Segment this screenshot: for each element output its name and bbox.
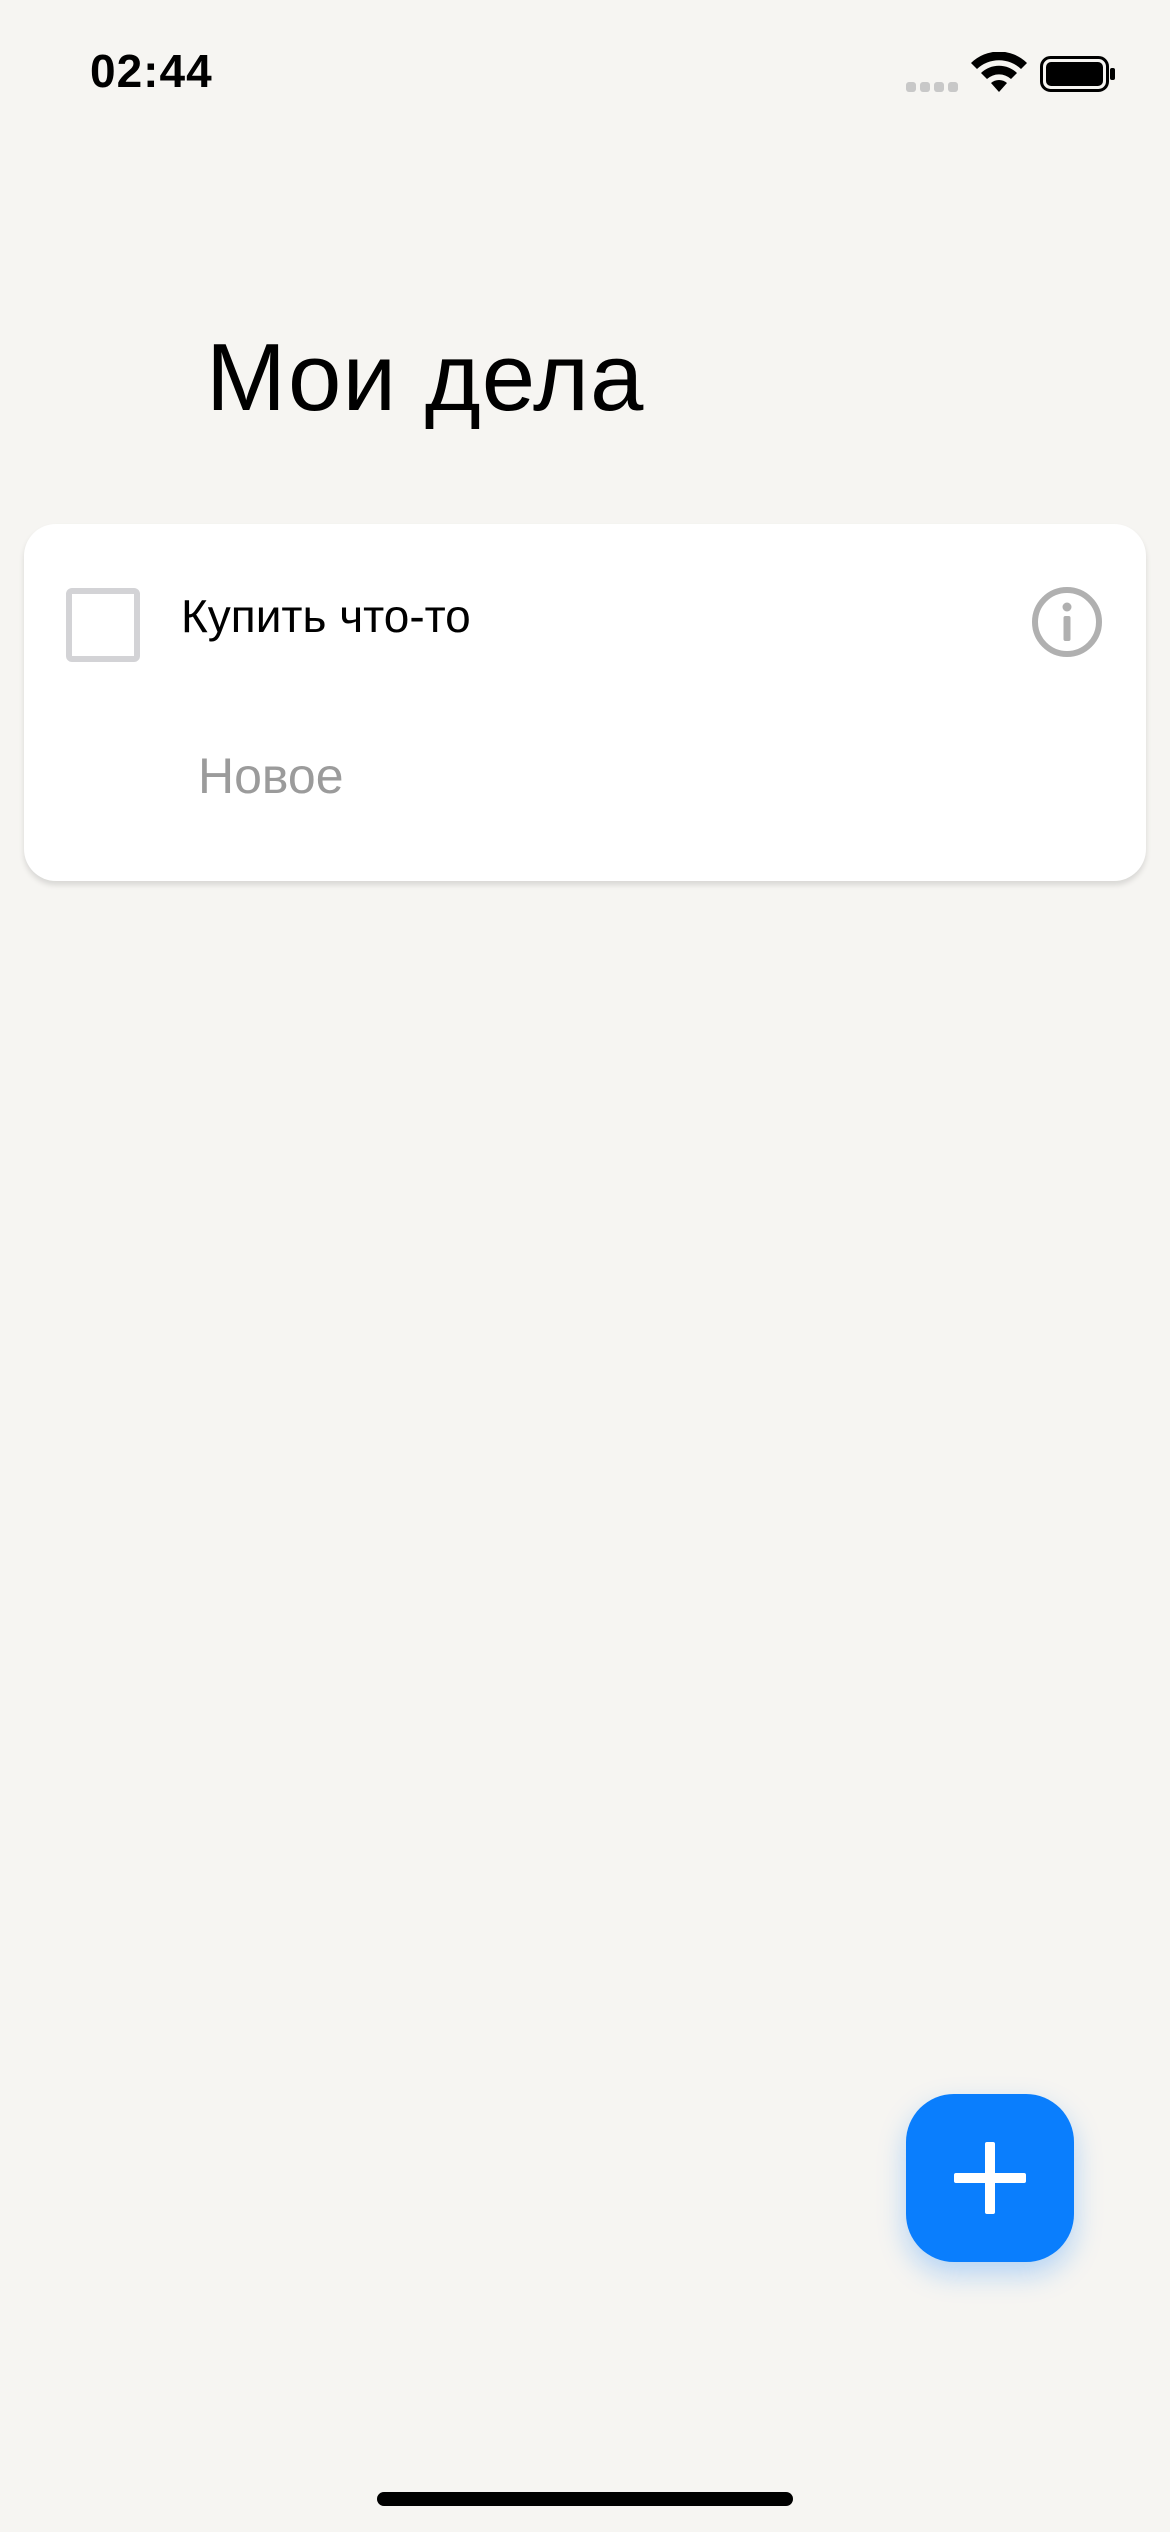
battery-icon	[1040, 56, 1115, 92]
list-item[interactable]: Купить что-то	[24, 524, 1146, 724]
cellular-signal-icon	[906, 82, 960, 92]
task-list-card: Купить что-то Новое	[24, 524, 1146, 881]
status-bar: 02:44	[0, 0, 1170, 150]
status-time: 02:44	[90, 45, 213, 97]
new-task-input[interactable]: Новое	[198, 746, 344, 806]
wifi-icon	[971, 52, 1027, 92]
task-checkbox[interactable]	[66, 588, 140, 662]
info-icon[interactable]	[1031, 586, 1103, 658]
home-indicator[interactable]	[377, 2492, 793, 2506]
plus-icon	[954, 2142, 1026, 2214]
add-task-button[interactable]	[906, 2094, 1074, 2262]
task-label: Купить что-то	[181, 590, 471, 642]
page-title: Мои дела	[206, 324, 645, 431]
